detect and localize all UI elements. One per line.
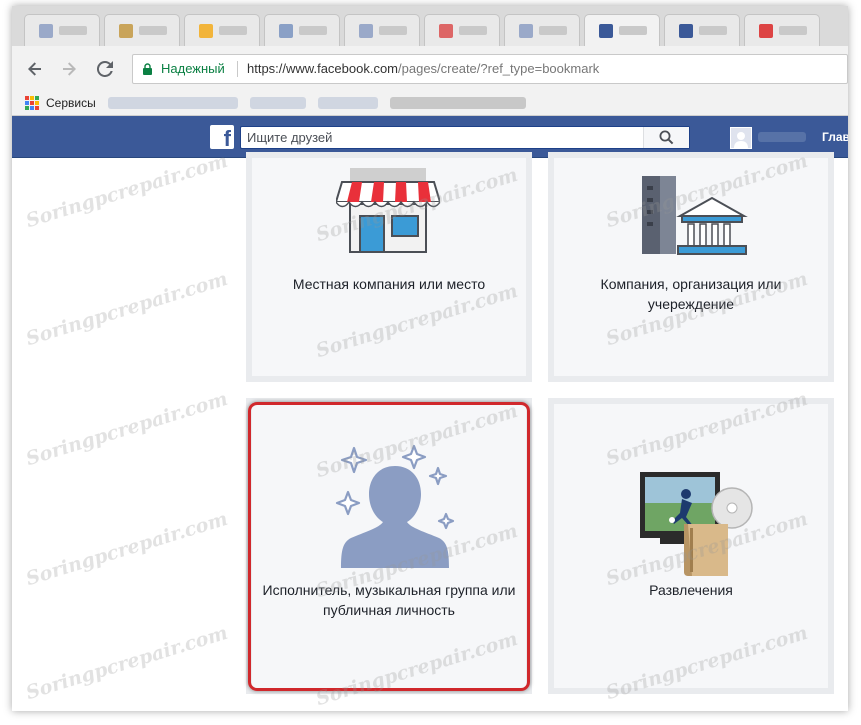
browser-window: Надежный https://www.facebook.com/pages/… bbox=[12, 6, 848, 711]
bookmark-item[interactable] bbox=[108, 97, 238, 109]
forward-button[interactable] bbox=[58, 58, 80, 80]
browser-tab[interactable] bbox=[504, 14, 580, 46]
avatar[interactable] bbox=[730, 127, 752, 149]
home-link[interactable]: Глав bbox=[822, 130, 848, 144]
browser-tab[interactable] bbox=[104, 14, 180, 46]
category-card-entertainment[interactable]: Развлечения bbox=[548, 398, 834, 694]
facebook-logo-icon[interactable]: f bbox=[210, 125, 234, 149]
tab-favicon-icon bbox=[679, 24, 693, 38]
user-name[interactable] bbox=[758, 132, 806, 142]
arrow-right-icon bbox=[63, 62, 76, 76]
browser-tab[interactable] bbox=[24, 14, 100, 46]
category-label: Местная компания или место bbox=[292, 276, 486, 292]
browser-tab[interactable] bbox=[264, 14, 340, 46]
tab-favicon-icon bbox=[39, 24, 53, 38]
selection-highlight bbox=[248, 402, 530, 691]
search-button[interactable] bbox=[643, 127, 689, 148]
browser-tab[interactable] bbox=[344, 14, 420, 46]
tab-favicon-icon bbox=[199, 24, 213, 38]
url-host: https://www.facebook.com bbox=[247, 61, 399, 76]
url-text[interactable]: https://www.facebook.com/pages/create/?r… bbox=[247, 61, 599, 76]
search-icon bbox=[659, 130, 674, 145]
category-label: Развлечения bbox=[649, 582, 733, 598]
apps-grid-icon[interactable] bbox=[25, 96, 39, 110]
bookmarks-bar: Сервисы bbox=[12, 90, 848, 116]
tab-favicon-icon bbox=[279, 24, 293, 38]
browser-toolbar: Надежный https://www.facebook.com/pages/… bbox=[12, 46, 848, 90]
tab-favicon-icon bbox=[519, 24, 533, 38]
url-path: /pages/create/?ref_type=bookmark bbox=[398, 61, 600, 76]
browser-tab[interactable] bbox=[184, 14, 260, 46]
tab-favicon-icon bbox=[759, 24, 773, 38]
entertainment-icon bbox=[640, 472, 753, 576]
watermark-text: Soringpcrepair.com bbox=[23, 507, 231, 591]
browser-tab[interactable] bbox=[664, 14, 740, 46]
watermark-text: Soringpcrepair.com bbox=[23, 267, 231, 351]
arrow-left-icon bbox=[28, 62, 41, 76]
friend-search bbox=[240, 126, 690, 149]
lock-icon bbox=[143, 63, 152, 75]
category-card-local-business[interactable]: Местная компания или место bbox=[246, 152, 532, 382]
profile-silhouette-icon bbox=[734, 132, 748, 148]
friend-search-input[interactable] bbox=[241, 127, 643, 148]
secure-label: Надежный bbox=[161, 61, 225, 76]
reload-button[interactable] bbox=[94, 58, 116, 80]
watermark-text: Soringpcrepair.com bbox=[23, 149, 231, 233]
storefront-icon bbox=[336, 168, 440, 253]
bookmark-item[interactable] bbox=[250, 97, 306, 109]
apps-bookmark-label[interactable]: Сервисы bbox=[46, 96, 96, 110]
back-button[interactable] bbox=[24, 58, 46, 80]
address-bar[interactable]: Надежный https://www.facebook.com/pages/… bbox=[132, 54, 848, 84]
category-card-company[interactable]: Компания, организация или учереждение bbox=[548, 152, 834, 382]
bookmark-item[interactable] bbox=[318, 97, 378, 109]
browser-tab-active[interactable] bbox=[584, 14, 660, 46]
bookmark-item[interactable] bbox=[390, 97, 526, 109]
watermark-text: Soringpcrepair.com bbox=[23, 387, 231, 471]
facebook-favicon-icon bbox=[599, 24, 613, 38]
browser-tab[interactable] bbox=[744, 14, 820, 46]
tab-favicon-icon bbox=[359, 24, 373, 38]
category-label: Компания, организация или учереждение bbox=[600, 276, 782, 312]
tab-favicon-icon bbox=[119, 24, 133, 38]
page-content: Местная компания или место Компания, орг… bbox=[12, 150, 848, 711]
reload-icon bbox=[96, 60, 113, 77]
tab-favicon-icon bbox=[439, 24, 453, 38]
tab-strip bbox=[12, 6, 848, 46]
watermark-text: Soringpcrepair.com bbox=[23, 621, 231, 705]
browser-tab[interactable] bbox=[424, 14, 500, 46]
company-buildings-icon bbox=[642, 176, 748, 255]
